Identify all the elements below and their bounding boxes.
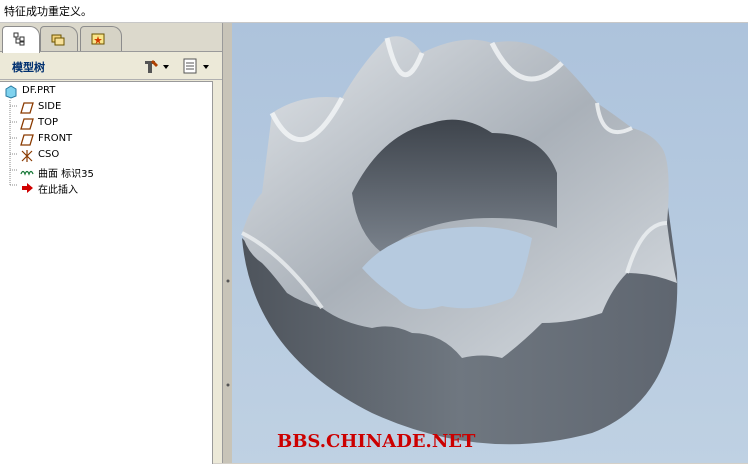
tree-item-insert-here[interactable]: 在此插入 (20, 180, 200, 196)
part-icon (5, 85, 17, 99)
wavy-ring-model (241, 36, 678, 445)
navigator-tabs (0, 23, 222, 53)
model-tree-title: 模型树 (12, 61, 45, 74)
model-tree: DF.PRT SIDE TOP FRONT CSO 曲面 标识35 在此插入 (0, 81, 213, 464)
model-tree-tab-icon (13, 32, 25, 46)
tree-item-label: 在此插入 (38, 185, 78, 196)
message-bar: 特征成功重定义。 (0, 0, 748, 23)
insert-here-arrow-icon (22, 183, 33, 193)
datum-plane-icon (20, 134, 34, 146)
surface-icon (20, 170, 34, 176)
tab-favorites[interactable] (80, 26, 122, 51)
list-options-icon (183, 58, 209, 74)
status-message: 特征成功重定义。 (4, 5, 92, 18)
tree-item-label: 曲面 标识35 (38, 169, 94, 180)
tree-item-side[interactable]: SIDE (20, 100, 200, 116)
tree-item-label: FRONT (38, 133, 73, 144)
datum-plane-icon (20, 102, 34, 114)
folder-browser-tab-icon (51, 34, 65, 46)
coordinate-system-icon (21, 150, 33, 162)
tab-model-tree[interactable] (2, 26, 40, 53)
tree-item-part[interactable]: DF.PRT (4, 84, 204, 100)
tree-item-label: SIDE (38, 101, 62, 112)
model-tree-header: 模型树 (0, 53, 222, 80)
navigator-panel: 模型树 DF.PRT SIDE TOP FRONT CSO 曲面 标识35 在此… (0, 23, 222, 464)
tree-item-front[interactable]: FRONT (20, 132, 200, 148)
tree-item-surface[interactable]: 曲面 标识35 (20, 164, 200, 180)
tab-folder-browser[interactable] (40, 26, 78, 51)
tree-item-label: DF.PRT (22, 85, 56, 96)
favorites-tab-icon (91, 33, 105, 45)
watermark-text: BBS.CHINADE.NET (277, 431, 476, 452)
tree-item-label: CSO (38, 149, 60, 160)
graphics-viewport[interactable]: BBS.CHINADE.NET (232, 23, 748, 463)
tools-icon (145, 60, 169, 73)
datum-plane-icon (20, 118, 34, 130)
settings-button[interactable] (142, 57, 172, 75)
tree-item-cso[interactable]: CSO (20, 148, 200, 164)
tree-item-top[interactable]: TOP (20, 116, 200, 132)
show-options-button[interactable] (182, 57, 212, 75)
tree-item-label: TOP (38, 117, 59, 128)
